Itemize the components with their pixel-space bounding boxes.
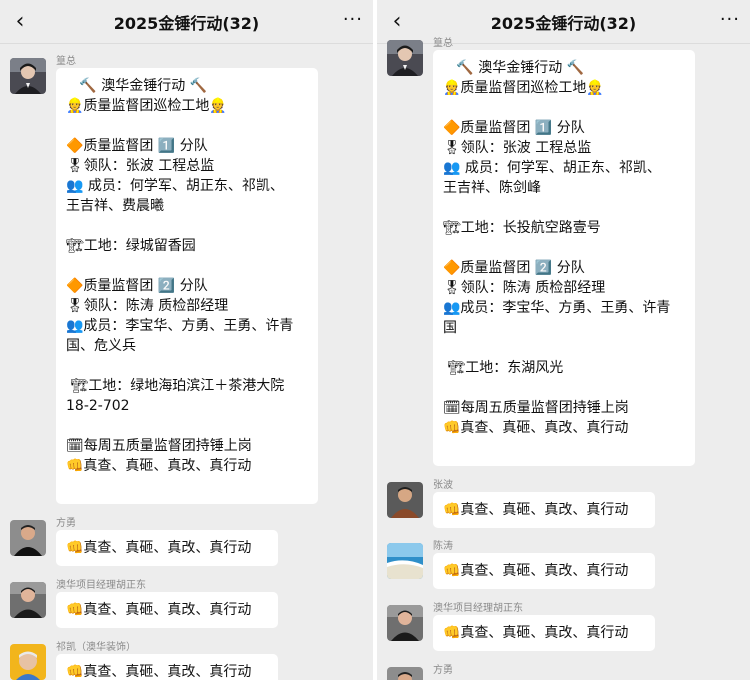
message-line: 王吉祥、费晨曦	[66, 198, 164, 214]
message-line: 🎖领队：张波 工程总监	[66, 158, 215, 174]
message-line: 🏗工地：东湖风光	[443, 360, 564, 376]
message-line	[443, 198, 685, 218]
message-line: 👥成员：李宝华、方勇、王勇、许青	[66, 318, 294, 334]
message-bubble[interactable]: 👊真查、真砸、真改、真行动	[56, 654, 278, 680]
sender-name: 张波	[433, 480, 453, 491]
sender-name: 方勇	[433, 665, 453, 676]
sender-name: 方勇	[56, 518, 76, 529]
right-chat-screen: ‹ 2025金锤行动(32) ··· 篁总 🔨 澳华金锤行动 🔨 👷质量监督团巡…	[377, 0, 750, 680]
message-bubble[interactable]: 🔨 澳华金锤行动 🔨 👷质量监督团巡检工地👷 🔶质量监督团 1️⃣ 分队 🎖领队…	[56, 68, 318, 504]
message-line: 🔨 澳华金锤行动 🔨	[66, 78, 208, 94]
message-line: 🗓每周五质量监督团持锤上岗	[66, 438, 252, 454]
sender-name: 澳华项目经理胡正东	[433, 603, 523, 614]
left-nav-bar: ‹ 2025金锤行动(32) ···	[0, 0, 373, 44]
message-line: 国	[443, 320, 457, 336]
message-line: 🎖领队：张波 工程总监	[443, 140, 592, 156]
message-line: 🔶质量监督团 2️⃣ 分队	[66, 278, 208, 294]
message-line: 🏗工地：绿地海珀滨江＋茶港大院	[66, 378, 285, 394]
more-options-icon[interactable]: ···	[720, 8, 740, 32]
message-bubble[interactable]: 👊真查、真砸、真改、真行动	[433, 615, 655, 651]
message-bubble[interactable]: 👊真查、真砸、真改、真行动	[433, 553, 655, 589]
message-line: 国、危义兵	[66, 338, 136, 354]
avatar[interactable]	[10, 58, 46, 94]
message-line: 👥成员：李宝华、方勇、王勇、许青	[443, 300, 671, 316]
sender-name: 篁总	[433, 38, 453, 49]
back-arrow-icon[interactable]: ‹	[385, 10, 409, 34]
avatar[interactable]	[387, 667, 423, 680]
message-line: 🔨 澳华金锤行动 🔨	[443, 60, 585, 76]
message-line	[66, 116, 308, 136]
message-line: 18-2-702	[66, 398, 130, 414]
avatar[interactable]	[10, 644, 46, 680]
message-line: 🏗工地：长投航空路壹号	[443, 220, 601, 236]
message-line	[66, 216, 308, 236]
avatar[interactable]	[387, 605, 423, 641]
message-line	[66, 416, 308, 436]
message-line: 👥 成员：何学军、胡正东、祁凯、	[66, 178, 284, 194]
avatar[interactable]	[387, 543, 423, 579]
message-line: 🎖领队：陈涛 质检部经理	[66, 298, 229, 314]
sender-name: 篁总	[56, 56, 76, 67]
message-line	[443, 98, 685, 118]
chat-title: 2025金锤行动(32)	[490, 13, 637, 33]
message-line: 🗓每周五质量监督团持锤上岗	[443, 400, 629, 416]
message-bubble[interactable]: 🔨 澳华金锤行动 🔨 👷质量监督团巡检工地👷 🔶质量监督团 1️⃣ 分队 🎖领队…	[433, 50, 695, 466]
message-line: 👷质量监督团巡检工地👷	[443, 80, 604, 96]
message-line: 王吉祥、陈剑峰	[443, 180, 541, 196]
sender-name: 陈涛	[433, 541, 453, 552]
message-bubble[interactable]: 👊真查、真砸、真改、真行动	[56, 530, 278, 566]
message-line	[443, 238, 685, 258]
message-line	[443, 338, 685, 358]
message-line	[443, 378, 685, 398]
avatar[interactable]	[387, 482, 423, 518]
more-options-icon[interactable]: ···	[343, 8, 363, 32]
chat-title: 2025金锤行动(32)	[113, 13, 260, 33]
message-line: 👊真查、真砸、真改、真行动	[443, 420, 629, 436]
message-line: 🏗工地：绿城留香园	[66, 238, 196, 254]
message-bubble[interactable]: 👊真查、真砸、真改、真行动	[56, 592, 278, 628]
sender-name: 澳华项目经理胡正东	[56, 580, 146, 591]
message-line: 🔶质量监督团 2️⃣ 分队	[443, 260, 585, 276]
sender-name: 祁凯（澳华装饰）	[56, 642, 136, 653]
message-line: 👥 成员：何学军、胡正东、祁凯、	[443, 160, 661, 176]
message-line	[66, 356, 308, 376]
left-chat-screen: ‹ 2025金锤行动(32) ··· 篁总 🔨 澳华金锤行动 🔨 👷质量监督团巡…	[0, 0, 373, 680]
avatar[interactable]	[10, 520, 46, 556]
message-line: 👊真查、真砸、真改、真行动	[66, 458, 252, 474]
message-bubble[interactable]: 👊真查、真砸、真改、真行动	[433, 492, 655, 528]
message-line: 👷质量监督团巡检工地👷	[66, 98, 227, 114]
avatar[interactable]	[387, 40, 423, 76]
avatar[interactable]	[10, 582, 46, 618]
back-arrow-icon[interactable]: ‹	[8, 10, 32, 34]
message-line: 🔶质量监督团 1️⃣ 分队	[66, 138, 208, 154]
message-line	[66, 256, 308, 276]
message-line: 🎖领队：陈涛 质检部经理	[443, 280, 606, 296]
message-line: 🔶质量监督团 1️⃣ 分队	[443, 120, 585, 136]
